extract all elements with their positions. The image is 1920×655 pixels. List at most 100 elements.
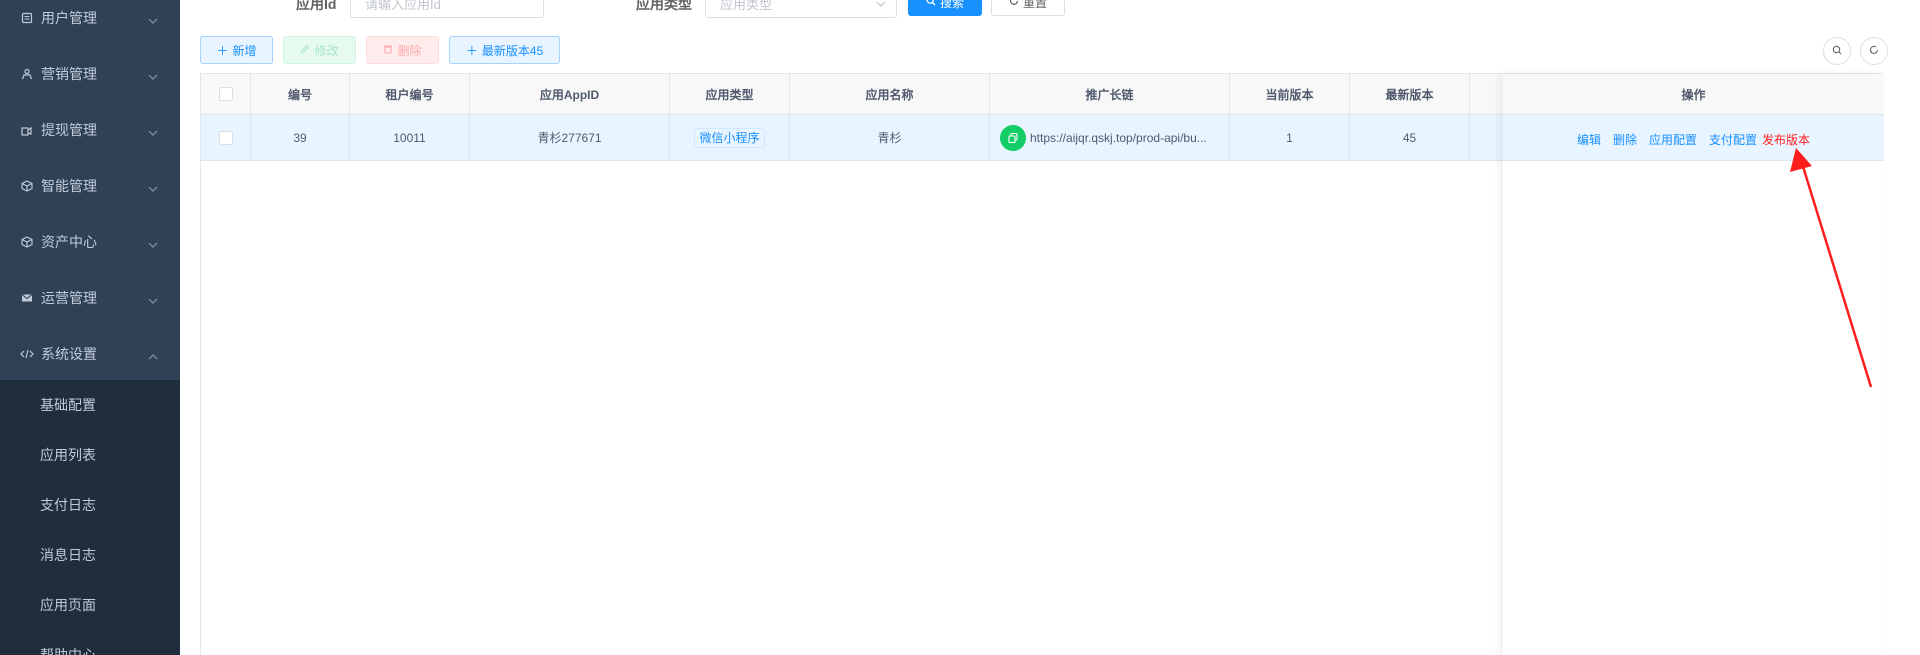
submenu-label: 消息日志 xyxy=(40,547,96,563)
latest-version-button[interactable]: ＋ 最新版本45 xyxy=(449,36,560,64)
reset-button[interactable]: 重置 xyxy=(991,0,1065,16)
chevron-down-icon xyxy=(876,0,886,12)
refresh-button[interactable] xyxy=(1860,37,1888,65)
mail-icon xyxy=(20,291,34,305)
trash-icon xyxy=(383,43,393,57)
menu-label: 运营管理 xyxy=(41,290,97,306)
cell-app-type: 微信小程序 xyxy=(670,115,790,160)
menu-operations-management[interactable]: 运营管理 xyxy=(0,270,180,326)
actions-row: 编辑 删除 应用配置 支付配置 发布版本 xyxy=(1503,115,1884,161)
edit-button[interactable]: 修改 xyxy=(283,36,356,64)
edit-button-label: 修改 xyxy=(314,43,339,58)
menu-smart-management[interactable]: 智能管理 xyxy=(0,158,180,214)
add-button-label: 新增 xyxy=(232,43,257,58)
app-type-tag: 微信小程序 xyxy=(694,127,765,148)
copy-icon[interactable] xyxy=(1000,124,1026,151)
code-icon xyxy=(20,347,34,361)
menu-label: 营销管理 xyxy=(41,66,97,82)
add-button[interactable]: ＋ 新增 xyxy=(200,36,273,64)
plus-icon: ＋ xyxy=(465,43,478,58)
actions-header: 操作 xyxy=(1503,74,1884,115)
column-header: 编号 xyxy=(251,74,350,114)
app-config-link[interactable]: 应用配置 xyxy=(1649,131,1697,148)
cell-tenant-id: 10011 xyxy=(350,115,470,160)
people-icon xyxy=(20,67,34,81)
app-type-placeholder: 应用类型 xyxy=(720,0,773,12)
promo-link-text: https://aijqr.qskj.top/prod-api/bu... xyxy=(1030,130,1207,145)
app-id-input[interactable]: 请输入应用Id xyxy=(350,0,544,18)
cube-icon xyxy=(20,179,34,193)
menu-label: 提现管理 xyxy=(41,122,97,138)
cell-app-id: 青杉277671 xyxy=(470,115,670,160)
payment-config-link[interactable]: 支付配置 xyxy=(1709,131,1757,148)
app-table: 编号 租户编号 应用AppID 应用类型 应用名称 推广长链 当前版本 最新版本… xyxy=(200,73,1884,655)
app-id-label: 应用Id xyxy=(296,0,337,12)
menu-marketing-management[interactable]: 营销管理 xyxy=(0,46,180,102)
chevron-down-icon xyxy=(148,125,158,136)
column-header: 推广长链 xyxy=(990,74,1230,114)
latest-version-label: 最新版本45 xyxy=(481,43,544,58)
toggle-search-button[interactable] xyxy=(1823,37,1851,65)
column-header: 租户编号 xyxy=(350,74,470,114)
search-button[interactable]: 搜索 xyxy=(908,0,982,16)
submenu-label: 支付日志 xyxy=(40,497,96,513)
cell-latest-version: 45 xyxy=(1350,115,1470,160)
row-checkbox[interactable] xyxy=(218,130,233,145)
cell-current-version: 1 xyxy=(1230,115,1350,160)
plus-icon: ＋ xyxy=(216,43,229,58)
select-all-checkbox[interactable] xyxy=(218,87,233,101)
submenu-system-settings: 基础配置 应用列表 支付日志 消息日志 应用页面 帮助中心 xyxy=(0,380,180,655)
column-header: 应用名称 xyxy=(790,74,990,114)
chevron-down-icon xyxy=(148,13,158,24)
sidebar: 用户管理 营销管理 提现管理 智能管理 资产中心 运营管理 系统设置 基础配置 … xyxy=(0,0,180,655)
cell-id: 39 xyxy=(251,115,350,160)
app-type-label: 应用类型 xyxy=(636,0,692,12)
submenu-item-basic-config[interactable]: 基础配置 xyxy=(0,380,180,430)
refresh-icon xyxy=(1009,0,1019,9)
user-icon xyxy=(20,11,34,25)
actions-column: 操作 编辑 删除 应用配置 支付配置 发布版本 xyxy=(1503,74,1884,655)
withdraw-icon xyxy=(20,123,34,137)
app-type-select[interactable]: 应用类型 xyxy=(705,0,897,18)
chevron-down-icon xyxy=(148,237,158,248)
chevron-down-icon xyxy=(148,181,158,192)
column-header: 最新版本 xyxy=(1350,74,1470,114)
reset-button-label: 重置 xyxy=(1022,0,1047,10)
column-header: 应用类型 xyxy=(670,74,790,114)
select-all-cell xyxy=(201,74,251,114)
cube-icon xyxy=(20,235,34,249)
menu-label: 智能管理 xyxy=(41,178,97,194)
chevron-down-icon xyxy=(148,69,158,80)
submenu-item-app-pages[interactable]: 应用页面 xyxy=(0,580,180,630)
submenu-label: 帮助中心 xyxy=(40,647,96,655)
submenu-item-help-center[interactable]: 帮助中心 xyxy=(0,630,180,655)
menu-asset-center[interactable]: 资产中心 xyxy=(0,214,180,270)
edit-link[interactable]: 编辑 xyxy=(1577,131,1601,148)
publish-version-link[interactable]: 发布版本 xyxy=(1762,131,1810,148)
search-icon xyxy=(926,0,936,9)
search-icon xyxy=(1832,45,1842,58)
column-header: 当前版本 xyxy=(1230,74,1350,114)
edit-icon xyxy=(300,43,310,57)
submenu-item-payment-log[interactable]: 支付日志 xyxy=(0,480,180,530)
submenu-label: 应用列表 xyxy=(40,447,96,463)
chevron-up-icon xyxy=(148,349,158,360)
search-button-label: 搜索 xyxy=(939,0,964,10)
delete-button[interactable]: 删除 xyxy=(366,36,439,64)
menu-system-settings[interactable]: 系统设置 xyxy=(0,326,180,382)
delete-link[interactable]: 删除 xyxy=(1613,131,1637,148)
menu-label: 系统设置 xyxy=(41,346,97,362)
row-select-cell xyxy=(201,115,251,160)
refresh-icon xyxy=(1869,45,1879,58)
delete-button-label: 删除 xyxy=(397,43,422,58)
menu-label: 资产中心 xyxy=(41,234,97,250)
cell-app-name: 青杉 xyxy=(790,115,990,160)
submenu-item-app-list[interactable]: 应用列表 xyxy=(0,430,180,480)
submenu-label: 应用页面 xyxy=(40,597,96,613)
submenu-item-message-log[interactable]: 消息日志 xyxy=(0,530,180,580)
cell-promo-link: https://aijqr.qskj.top/prod-api/bu... xyxy=(990,115,1230,160)
menu-withdraw-management[interactable]: 提现管理 xyxy=(0,102,180,158)
submenu-label: 基础配置 xyxy=(40,397,96,413)
menu-user-management[interactable]: 用户管理 xyxy=(0,0,180,46)
chevron-down-icon xyxy=(148,293,158,304)
